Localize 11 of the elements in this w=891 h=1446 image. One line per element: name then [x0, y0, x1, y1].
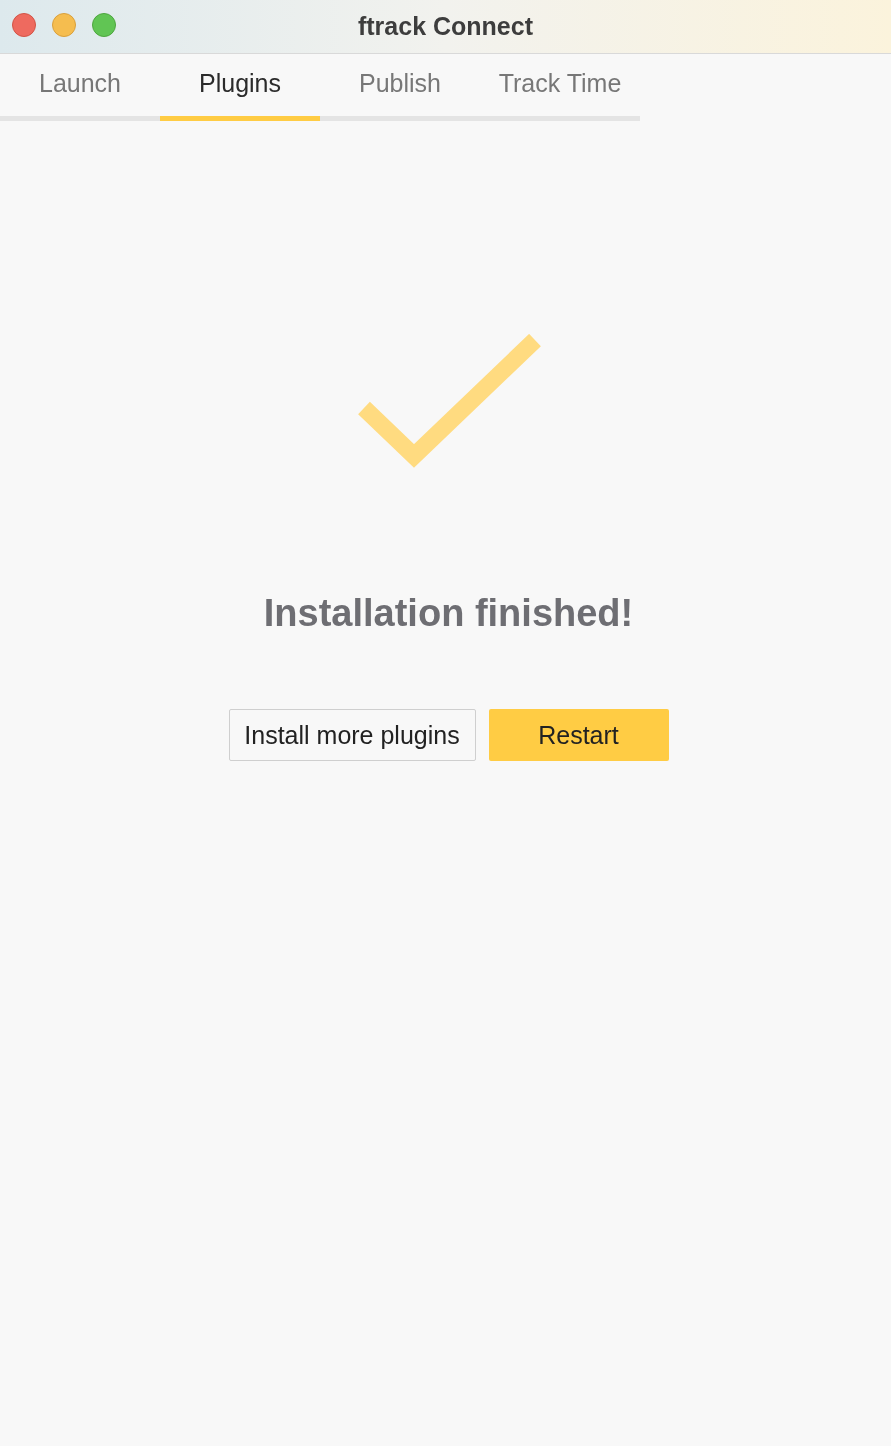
tab[interactable]: Publish [320, 54, 480, 121]
tab[interactable]: Track Time [480, 54, 640, 121]
status-message: Installation finished! [263, 592, 634, 635]
tab[interactable]: Plugins [160, 54, 320, 121]
minimize-button[interactable] [52, 13, 76, 37]
window-title: ftrack Connect [357, 12, 533, 41]
restart-button[interactable]: Restart [488, 709, 669, 761]
install-button[interactable]: Install more plugins [228, 709, 476, 761]
zoom-button[interactable] [92, 13, 116, 37]
tab[interactable]: Launch [0, 54, 160, 121]
close-button[interactable] [12, 13, 36, 37]
